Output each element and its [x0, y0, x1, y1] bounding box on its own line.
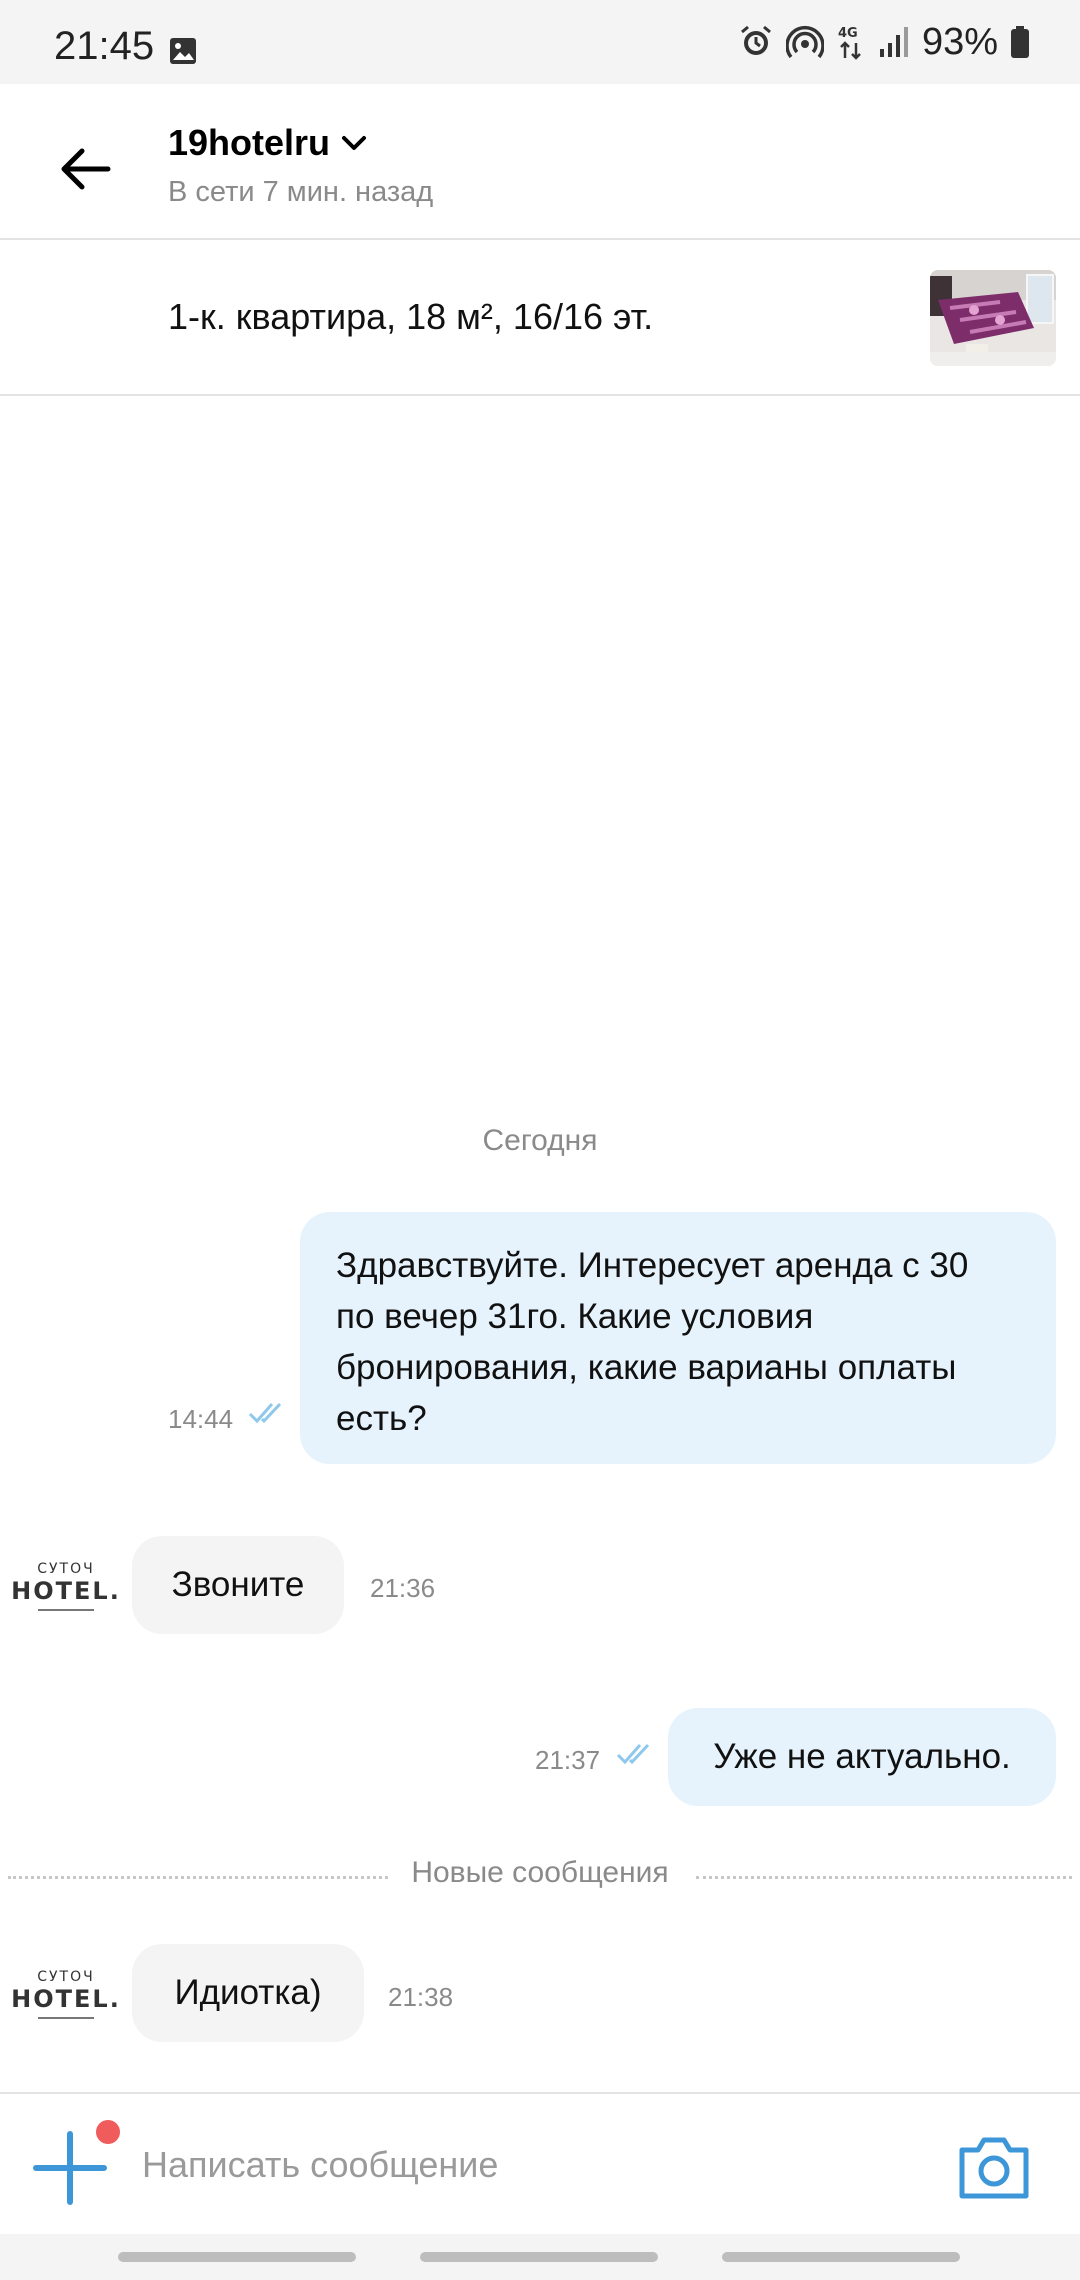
battery-percent: 93% — [921, 20, 998, 63]
avatar-underline — [38, 2017, 94, 2019]
message-composer — [0, 2092, 1080, 2234]
new-messages-separator: Новые сообщения — [0, 1856, 1080, 1896]
navigation-bar — [0, 2234, 1080, 2280]
message-time: 14:44 — [168, 1404, 234, 1434]
message-bubble-incoming[interactable]: Идиотка) — [132, 1944, 364, 2042]
avatar-logo-text: HOTEL. — [11, 1985, 121, 2013]
nav-back-button[interactable] — [722, 2252, 960, 2262]
message-bubble-outgoing[interactable]: Уже не актуально. — [668, 1708, 1056, 1806]
date-separator: Сегодня — [482, 1124, 598, 1157]
nav-recents-button[interactable] — [118, 2252, 356, 2262]
notification-dot — [96, 2120, 120, 2144]
double-check-icon — [616, 1743, 650, 1765]
battery-icon — [1011, 26, 1029, 58]
status-time: 21:45 — [54, 24, 155, 68]
avatar-top-text: СУТОЧ — [37, 1561, 95, 1577]
avatar-logo-text: HOTEL. — [11, 1577, 121, 1605]
avatar[interactable]: СУТОЧ HOTEL. — [11, 1944, 119, 2044]
message-bubble-outgoing[interactable]: Здравствуйте. Интересует аренда с 30 по … — [300, 1212, 1056, 1464]
arrow-left-icon — [61, 148, 111, 190]
status-icons: 4G 93% — [738, 20, 1030, 63]
avatar[interactable]: СУТОЧ HOTEL. — [11, 1536, 119, 1636]
chevron-down-icon — [342, 136, 367, 150]
message-input[interactable] — [142, 2130, 902, 2200]
plus-icon[interactable] — [32, 2130, 108, 2206]
message-bubble-incoming[interactable]: Звоните — [132, 1536, 344, 1634]
camera-icon[interactable] — [956, 2134, 1032, 2200]
message-text-line: бронирования, какие варианы оплаты — [336, 1348, 957, 1387]
listing-thumbnail[interactable] — [930, 270, 1056, 366]
hotspot-icon — [785, 26, 824, 59]
status-bar: 21:45 4G 93% — [0, 0, 1080, 84]
nav-home-button[interactable] — [420, 2252, 658, 2262]
listing-bar[interactable]: 1-к. квартира, 18 м², 16/16 эт. — [0, 240, 1080, 396]
back-button[interactable] — [50, 134, 120, 204]
double-check-icon — [248, 1402, 282, 1424]
alarm-icon — [740, 25, 771, 55]
chat-header: 19hotelru В сети 7 мин. назад — [0, 84, 1080, 240]
svg-text:4G: 4G — [838, 26, 858, 41]
signal-icon — [879, 27, 908, 57]
message-text-line: Здравствуйте. Интересует аренда с 30 — [336, 1246, 969, 1285]
avatar-underline — [38, 1609, 94, 1611]
new-messages-label: Новые сообщения — [411, 1856, 669, 1889]
message-time: 21:38 — [388, 1982, 454, 2012]
message-text-line: по вечер 31го. Какие условия — [336, 1297, 814, 1336]
chat-title-button[interactable]: 19hotelru — [168, 122, 368, 164]
separator-line-right — [696, 1876, 1072, 1879]
message-time: 21:36 — [370, 1573, 436, 1603]
listing-title: 1-к. квартира, 18 м², 16/16 эт. — [168, 296, 654, 337]
message-text-line: есть? — [336, 1399, 427, 1438]
image-icon — [170, 38, 196, 64]
avatar-top-text: СУТОЧ — [37, 1969, 95, 1985]
message-time: 21:37 — [535, 1745, 601, 1775]
online-status: В сети 7 мин. назад — [168, 176, 434, 208]
network-4g-icon: 4G — [838, 26, 861, 60]
chat-name: 19hotelru — [168, 122, 331, 163]
